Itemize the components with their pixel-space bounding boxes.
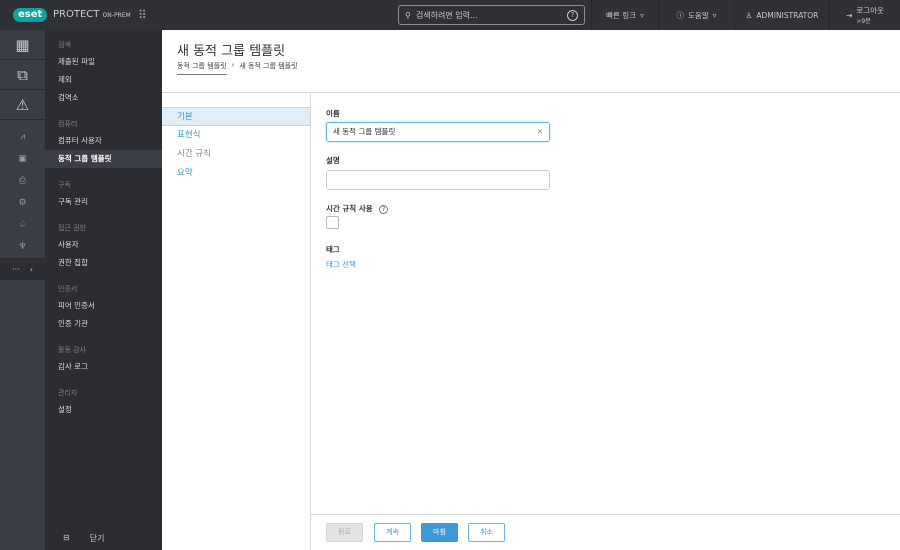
eset-logo: eset <box>13 8 48 22</box>
chevron-down-icon: ▿ <box>640 10 644 20</box>
menu-item-users[interactable]: 사용자 <box>45 236 162 254</box>
more-button[interactable]: ··· › <box>0 258 45 280</box>
chevron-right-icon: › <box>29 264 33 274</box>
time-rule-label: 시간 규칙 사용 ? <box>326 203 389 214</box>
breadcrumb-link[interactable]: 동적 그룹 템플릿 <box>177 61 227 75</box>
icon-rail: ▦ ⧉ ⚠ ⩘ ▣ ⎙ ⚙ ♤ ♆ ··· › <box>0 30 45 550</box>
menu-item-certification-authorities[interactable]: 인증 기관 <box>45 315 162 333</box>
name-input[interactable]: 새 동적 그룹 템플릿 ✕ <box>326 122 550 142</box>
clear-icon[interactable]: ✕ <box>537 123 543 141</box>
menu-item-license-management[interactable]: 구독 관리 <box>45 193 162 211</box>
quick-links-button[interactable]: 빠른 링크 ▿ <box>591 0 658 30</box>
section-header: 구독 <box>58 181 71 189</box>
apps-grid-icon[interactable]: ⠿ <box>138 8 147 22</box>
chevron-right-icon: › <box>231 61 235 69</box>
menu-item-audit-log[interactable]: 감사 로그 <box>45 358 162 376</box>
wizard-nav: 기본 표현식 시간 규칙 요약 <box>162 93 311 550</box>
tags-label: 태그 <box>326 245 340 254</box>
finish-button[interactable]: 마침 <box>421 523 458 542</box>
menu-item-settings[interactable]: 설정 <box>45 401 162 419</box>
policies-icon[interactable]: ⚙ <box>0 192 45 214</box>
select-tags-link[interactable]: 태그 선택 <box>326 259 356 270</box>
menu-item-peer-certificates[interactable]: 피어 인증서 <box>45 297 162 315</box>
section-header: 검색 <box>58 41 71 49</box>
wizard-step-time-rule: 시간 규칙 <box>177 149 211 159</box>
section-header: 컴퓨터 <box>58 120 78 128</box>
wizard-footer: 뒤로 계속 마침 취소 <box>311 514 900 550</box>
quick-links-label: 빠른 링크 <box>606 10 637 20</box>
menu-item-quarantine[interactable]: 검역소 <box>45 89 162 107</box>
search-input[interactable]: ⚲ 검색하려면 입력...? <box>398 5 585 25</box>
wizard-step-expression[interactable]: 표현식 <box>162 126 310 145</box>
section-header: 인증서 <box>58 285 78 293</box>
breadcrumb-current: 새 동적 그룹 템플릿 <box>239 62 298 70</box>
help-circle-icon[interactable]: ? <box>567 9 578 21</box>
help-icon: ⓘ <box>676 10 685 20</box>
search-icon: ⚲ <box>405 10 411 20</box>
menu-item-computer-users[interactable]: 컴퓨터 사용자 <box>45 132 162 150</box>
help-button[interactable]: ⓘ 도움말 ▿ <box>658 0 734 30</box>
cancel-button[interactable]: 취소 <box>468 523 505 542</box>
description-input[interactable] <box>326 170 550 190</box>
close-label: 닫기 <box>89 534 105 543</box>
product-label: PROTECT <box>53 9 100 20</box>
collapse-icon: ⊟ <box>63 533 70 542</box>
wizard-step-basic[interactable]: 기본 <box>162 107 310 126</box>
logout-time: >9분 <box>856 18 871 25</box>
notifications-icon[interactable]: ♤ <box>0 214 45 236</box>
time-rule-text: 시간 규칙 사용 <box>326 204 373 213</box>
logout-label: 로그아웃 <box>856 6 884 15</box>
product-name: PROTECT ON-PREM <box>53 9 131 20</box>
status-icon[interactable]: ♆ <box>0 236 45 258</box>
menu-item-exclusions[interactable]: 제외 <box>45 71 162 89</box>
installers-icon[interactable]: ⎙ <box>0 170 45 192</box>
user-icon: ♙ <box>745 10 753 20</box>
detections-icon[interactable]: ⚠ <box>0 90 45 120</box>
description-label: 설명 <box>326 156 340 165</box>
help-icon[interactable]: ? <box>379 205 389 214</box>
product-suffix: ON-PREM <box>102 12 131 19</box>
page-title: 새 동적 그룹 템플릿 <box>177 44 286 59</box>
top-bar: eset PROTECT ON-PREM ⠿ ⚲ 검색하려면 입력...? 빠른 … <box>0 0 900 30</box>
wizard-step-summary[interactable]: 요약 <box>162 164 310 183</box>
back-button[interactable]: 뒤로 <box>326 523 363 542</box>
user-button[interactable]: ♙ ADMINISTRATOR <box>734 0 829 30</box>
user-label: ADMINISTRATOR <box>756 10 819 20</box>
section-header: 접근 권한 <box>58 224 86 232</box>
computers-icon[interactable]: ⧉ <box>0 60 45 90</box>
close-menu-button[interactable]: ⊟ 닫기 <box>63 533 104 544</box>
logout-button[interactable]: ⇥ 로그아웃 >9분 <box>829 0 900 30</box>
time-rule-checkbox[interactable] <box>326 216 339 229</box>
more-label: ··· <box>12 264 20 274</box>
tasks-icon[interactable]: ▣ <box>0 148 45 170</box>
search-placeholder: 검색하려면 입력... <box>415 10 478 20</box>
help-label: 도움말 <box>688 10 709 20</box>
name-value: 새 동적 그룹 템플릿 <box>333 127 396 136</box>
submenu: 검색 제출된 파일 제외 검역소 컴퓨터 컴퓨터 사용자 동적 그룹 템플릿 구… <box>45 30 162 550</box>
menu-item-submitted-files[interactable]: 제출된 파일 <box>45 53 162 71</box>
menu-item-permission-sets[interactable]: 권한 집합 <box>45 254 162 272</box>
reports-icon[interactable]: ⩘ <box>0 126 45 148</box>
continue-button[interactable]: 계속 <box>374 523 411 542</box>
logout-icon: ⇥ <box>846 10 853 20</box>
menu-item-dynamic-group-templates[interactable]: 동적 그룹 템플릿 <box>45 150 162 168</box>
breadcrumb: 동적 그룹 템플릿 › 새 동적 그룹 템플릿 <box>177 61 298 75</box>
section-header: 활동 감사 <box>58 346 86 354</box>
name-label: 이름 <box>326 109 340 118</box>
page-header: 새 동적 그룹 템플릿 동적 그룹 템플릿 › 새 동적 그룹 템플릿 <box>162 30 900 93</box>
section-header: 관리자 <box>58 389 78 397</box>
chevron-down-icon: ▿ <box>712 10 717 20</box>
dashboard-icon[interactable]: ▦ <box>0 30 45 60</box>
